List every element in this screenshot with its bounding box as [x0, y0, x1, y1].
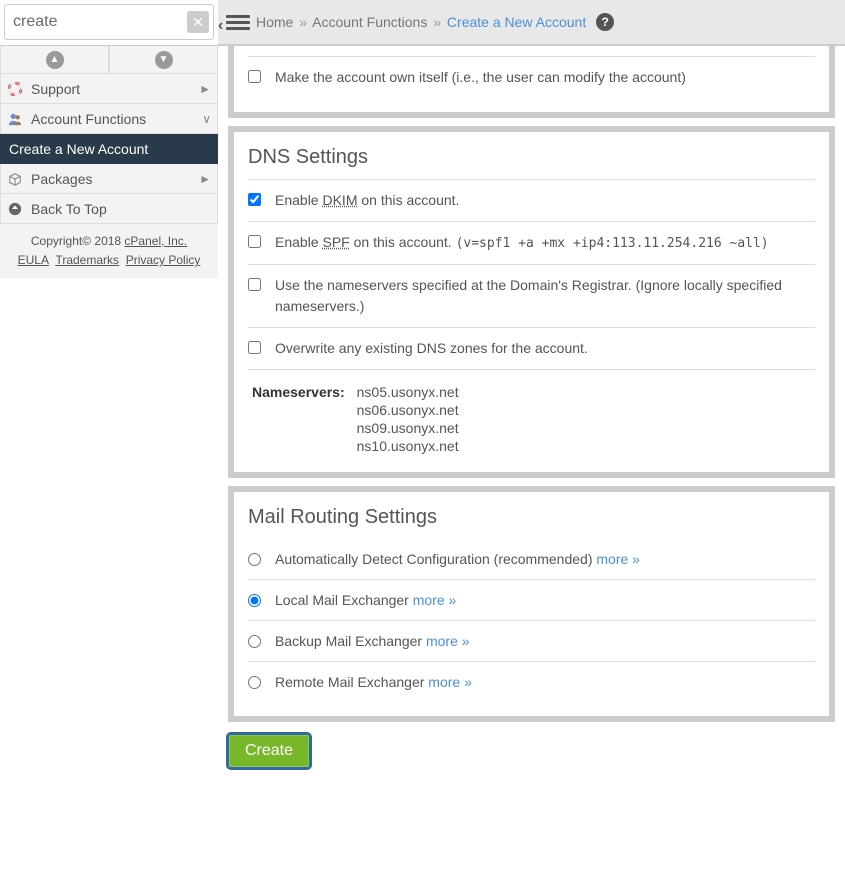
dkim-label: Enable DKIM on this account. — [275, 190, 815, 211]
spf-abbr: SPF — [322, 234, 349, 250]
footer-link-privacy[interactable]: Privacy Policy — [126, 253, 201, 267]
overwrite-dns-label: Overwrite any existing DNS zones for the… — [275, 338, 815, 359]
dkim-checkbox[interactable] — [248, 193, 261, 206]
spf-checkbox[interactable] — [248, 235, 261, 248]
chevron-right-icon: ► — [199, 82, 211, 96]
help-icon[interactable]: ? — [596, 13, 614, 31]
sidebar-item-label: Support — [31, 81, 191, 97]
own-itself-checkbox[interactable] — [248, 70, 261, 83]
clear-search-icon[interactable]: ✕ — [187, 11, 209, 33]
expand-all-button[interactable]: ▼ — [109, 46, 218, 74]
mail-local-radio[interactable] — [248, 594, 261, 607]
mail-remote-label: Remote Mail Exchanger more » — [275, 674, 472, 690]
sidebar-toggle-icon[interactable]: ‹ — [226, 13, 250, 32]
sidebar-item-create-account[interactable]: Create a New Account — [0, 134, 218, 164]
mail-backup-radio[interactable] — [248, 635, 261, 648]
registrar-ns-label: Use the nameservers specified at the Dom… — [275, 275, 815, 317]
arrow-up-icon — [7, 202, 23, 216]
mail-auto-radio[interactable] — [248, 553, 261, 566]
sidebar-item-account-functions[interactable]: Account Functions ∨ — [0, 104, 218, 134]
breadcrumb-section[interactable]: Account Functions — [312, 14, 427, 30]
more-link[interactable]: more » — [426, 633, 470, 649]
spf-label: Enable SPF on this account. (v=spf1 +a +… — [275, 232, 815, 254]
breadcrumb: Home » Account Functions » Create a New … — [256, 14, 586, 30]
sidebar-item-packages[interactable]: Packages ► — [0, 164, 218, 194]
nameserver-value: ns06.usonyx.net — [357, 402, 459, 418]
chevron-down-icon: ∨ — [202, 112, 211, 126]
copyright-text: Copyright© 2018 — [31, 234, 125, 248]
create-button[interactable]: Create — [228, 734, 310, 768]
search-box: ✕ — [4, 4, 214, 40]
nameservers-list: ns05.usonyx.net ns06.usonyx.net ns09.uso… — [357, 384, 459, 454]
mail-local-label: Local Mail Exchanger more » — [275, 592, 456, 608]
spf-record: (v=spf1 +a +mx +ip4:113.11.254.216 ~all) — [456, 236, 769, 251]
nameserver-value: ns09.usonyx.net — [357, 420, 459, 436]
nameserver-value: ns05.usonyx.net — [357, 384, 459, 400]
own-itself-label: Make the account own itself (i.e., the u… — [275, 67, 815, 88]
user-icon — [7, 112, 23, 126]
sidebar-item-label: Account Functions — [31, 111, 194, 127]
sidebar-item-back-to-top[interactable]: Back To Top — [0, 194, 218, 224]
package-icon — [7, 172, 23, 186]
footer-link-trademarks[interactable]: Trademarks — [55, 253, 119, 267]
breadcrumb-sep: » — [433, 14, 441, 30]
dns-settings-panel: DNS Settings Enable DKIM on this account… — [228, 126, 835, 478]
nameserver-value: ns10.usonyx.net — [357, 438, 459, 454]
company-link[interactable]: cPanel, Inc. — [124, 234, 187, 248]
lifebuoy-icon — [7, 82, 23, 96]
breadcrumb-current: Create a New Account — [447, 14, 586, 30]
collapse-all-button[interactable]: ▲ — [0, 46, 109, 74]
sidebar-item-label: Back To Top — [31, 201, 211, 217]
sidebar-item-support[interactable]: Support ► — [0, 74, 218, 104]
search-input[interactable] — [5, 5, 213, 39]
registrar-ns-checkbox[interactable] — [248, 278, 261, 291]
chevron-right-icon: ► — [199, 172, 211, 186]
more-link[interactable]: more » — [413, 592, 457, 608]
footer: Copyright© 2018 cPanel, Inc. EULA Tradem… — [0, 224, 218, 278]
mail-remote-radio[interactable] — [248, 676, 261, 689]
dns-heading: DNS Settings — [248, 146, 815, 169]
breadcrumb-sep: » — [299, 14, 307, 30]
more-link[interactable]: more » — [596, 551, 640, 567]
more-link[interactable]: more » — [428, 674, 472, 690]
nameservers-label: Nameservers: — [248, 384, 345, 454]
sidebar-item-label: Packages — [31, 171, 191, 187]
mail-auto-label: Automatically Detect Configuration (reco… — [275, 551, 640, 567]
footer-link-eula[interactable]: EULA — [18, 253, 49, 267]
overwrite-dns-checkbox[interactable] — [248, 341, 261, 354]
mail-routing-panel: Mail Routing Settings Automatically Dete… — [228, 486, 835, 722]
mail-backup-label: Backup Mail Exchanger more » — [275, 633, 470, 649]
sidebar-item-label: Create a New Account — [7, 141, 211, 157]
dkim-abbr: DKIM — [322, 192, 357, 208]
breadcrumb-home[interactable]: Home — [256, 14, 293, 30]
mail-heading: Mail Routing Settings — [248, 506, 815, 529]
